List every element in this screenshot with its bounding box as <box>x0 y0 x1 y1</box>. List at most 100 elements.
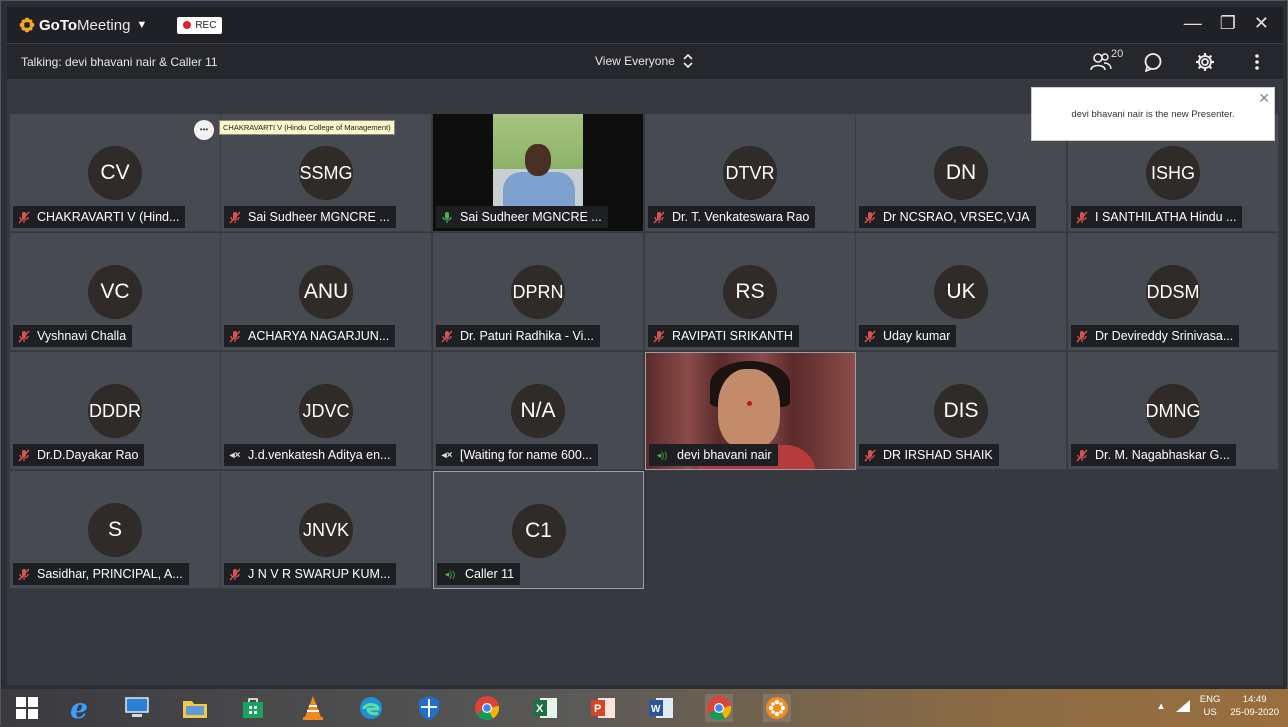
system-tray: ▲ ENG US 14:49 25-09-2020 <box>1156 693 1279 719</box>
speaker-active-icon: ◂)) <box>656 449 668 460</box>
participant-name-tag: Dr. T. Venkateswara Rao <box>648 206 816 228</box>
chat-button[interactable] <box>1141 50 1165 74</box>
participant-tile[interactable]: N/A ◂× [Waiting for name 600... <box>433 352 644 470</box>
taskbar-chrome-2[interactable] <box>705 694 733 722</box>
chevron-up-icon[interactable]: ▲ <box>1156 701 1165 712</box>
view-everyone-selector[interactable]: View Everyone <box>595 54 693 68</box>
chevron-down-icon: ▼ <box>136 19 148 31</box>
participant-name-tag: Dr. Paturi Radhika - Vi... <box>436 325 600 347</box>
gotomeeting-window: GoTo Meeting ▼ REC — ❐ ✕ Talking: devi bh… <box>0 0 1288 727</box>
taskbar-chrome[interactable] <box>473 694 501 722</box>
participant-name-tag: ◂)) devi bhavani nair <box>649 444 778 466</box>
participant-tile[interactable]: CV ••• CHAKRAVARTI V (Hind... <box>10 114 221 232</box>
participant-tile[interactable]: JNVK J N V R SWARUP KUM... <box>221 471 432 589</box>
title-bar: GoTo Meeting ▼ REC — ❐ ✕ <box>7 7 1283 43</box>
participant-tile[interactable]: VC Vyshnavi Challa <box>10 233 221 351</box>
taskbar-store[interactable] <box>239 694 267 722</box>
participant-name-tag: DR IRSHAD SHAIK <box>859 444 999 466</box>
rec-label: REC <box>195 19 217 31</box>
input-language[interactable]: ENG US <box>1200 693 1221 719</box>
participant-name-tag: CHAKRAVARTI V (Hind... <box>13 206 186 228</box>
participant-name-tag: Uday kumar <box>859 325 957 347</box>
participant-tile[interactable]: ANU ACHARYA NAGARJUN... <box>221 233 432 351</box>
svg-text:W: W <box>651 704 661 715</box>
participant-name: Sai Sudheer MGNCRE ... <box>248 210 390 224</box>
participant-tile[interactable]: DPRN Dr. Paturi Radhika - Vi... <box>433 233 644 351</box>
participant-tile[interactable]: RS RAVIPATI SRIKANTH <box>645 233 856 351</box>
svg-text:X: X <box>536 703 544 715</box>
participant-name-tag: Dr NCSRAO, VRSEC,VJA <box>859 206 1036 228</box>
more-options-button[interactable] <box>1245 50 1269 74</box>
participant-tile[interactable]: DDSM Dr Devireddy Srinivasa... <box>1068 233 1279 351</box>
taskbar-vlc[interactable] <box>299 694 327 722</box>
participant-name-tag: Vyshnavi Challa <box>13 325 133 347</box>
vlc-cone-icon <box>303 696 323 720</box>
edge-browser-icon <box>360 697 382 719</box>
toolbar-actions: 20 <box>1089 48 1269 74</box>
mic-muted-icon <box>863 448 877 462</box>
participant-tile[interactable]: UK Uday kumar <box>856 233 1067 351</box>
mic-muted-icon <box>440 329 454 343</box>
minimize-icon[interactable]: — <box>1184 13 1202 34</box>
participant-tile[interactable]: DMNG Dr. M. Nagabhaskar G... <box>1068 352 1279 470</box>
taskbar-excel[interactable]: X <box>531 694 559 722</box>
avatar: DIS <box>934 384 988 438</box>
recording-badge[interactable]: REC <box>177 16 223 34</box>
participant-name-tag: Dr.D.Dayakar Rao <box>13 444 145 466</box>
participant-name: Dr NCSRAO, VRSEC,VJA <box>883 210 1030 224</box>
participant-tile[interactable]: ◂)) devi bhavani nair <box>645 352 856 470</box>
close-icon[interactable]: ✕ <box>1258 90 1270 107</box>
chat-bubble-icon <box>1144 53 1162 72</box>
app-menu-button[interactable]: GoTo Meeting ▼ <box>19 17 147 34</box>
mic-muted-icon <box>1075 329 1089 343</box>
mic-active-icon <box>440 210 454 224</box>
gear-icon <box>1196 53 1214 71</box>
mic-muted-icon <box>652 210 666 224</box>
settings-button[interactable] <box>1193 50 1217 74</box>
participant-name: ACHARYA NAGARJUN... <box>248 329 390 343</box>
taskbar-powerpoint[interactable]: P <box>589 694 617 722</box>
participant-tile[interactable]: DTVR Dr. T. Venkateswara Rao <box>645 114 856 232</box>
participant-tile[interactable]: DIS DR IRSHAD SHAIK <box>856 352 1067 470</box>
participants-button[interactable]: 20 <box>1089 48 1123 74</box>
avatar: DDDR <box>88 384 142 438</box>
avatar: DTVR <box>723 146 777 200</box>
participant-tile[interactable]: JDVC ◂× J.d.venkatesh Aditya en... <box>221 352 432 470</box>
participant-tile[interactable]: Sai Sudheer MGNCRE ... <box>433 114 644 232</box>
restore-icon[interactable]: ❐ <box>1220 13 1236 34</box>
taskbar-word[interactable]: W <box>647 694 675 722</box>
avatar: DN <box>934 146 988 200</box>
taskbar-edge[interactable] <box>357 694 385 722</box>
participant-tooltip: CHAKRAVARTI V (Hindu College of Manageme… <box>219 120 395 135</box>
participant-name-tag: ◂× J.d.venkatesh Aditya en... <box>224 444 397 466</box>
taskbar-internet-explorer[interactable]: e <box>65 692 93 725</box>
ellipsis-icon[interactable]: ••• <box>194 120 214 140</box>
taskbar-this-pc[interactable] <box>123 694 151 722</box>
taskbar-gotomeeting[interactable] <box>763 694 791 722</box>
taskbar-file-explorer[interactable] <box>181 694 209 722</box>
mic-muted-icon <box>1075 448 1089 462</box>
mic-muted-icon <box>228 329 242 343</box>
participant-name-tag: Sai Sudheer MGNCRE ... <box>436 206 608 228</box>
chrome-icon <box>475 696 500 721</box>
close-icon[interactable]: ✕ <box>1254 13 1269 34</box>
windows-taskbar: e X P W ▲ ENG US 14:49 25-09-2020 <box>1 689 1288 727</box>
start-button[interactable] <box>13 694 41 722</box>
taskbar-security[interactable] <box>415 694 443 722</box>
avatar: S <box>88 503 142 557</box>
network-signal-icon[interactable] <box>1175 700 1190 712</box>
participant-tile[interactable]: S Sasidhar, PRINCIPAL, A... <box>10 471 221 589</box>
participant-tile[interactable]: DDDR Dr.D.Dayakar Rao <box>10 352 221 470</box>
gotomeeting-logo-icon <box>19 17 35 33</box>
participant-name-tag: ◂× [Waiting for name 600... <box>436 444 599 466</box>
participant-name: DR IRSHAD SHAIK <box>883 448 993 462</box>
avatar: RS <box>723 265 777 319</box>
participant-name: J N V R SWARUP KUM... <box>248 567 391 581</box>
clock[interactable]: 14:49 25-09-2020 <box>1230 693 1279 719</box>
avatar: DDSM <box>1146 265 1200 319</box>
record-dot-icon <box>183 21 192 29</box>
powerpoint-icon: P <box>591 698 615 718</box>
clock-time: 14:49 <box>1242 694 1267 705</box>
participant-tile[interactable]: C1 ◂)) Caller 11 <box>433 471 644 589</box>
brand-bold: GoTo <box>39 16 78 34</box>
